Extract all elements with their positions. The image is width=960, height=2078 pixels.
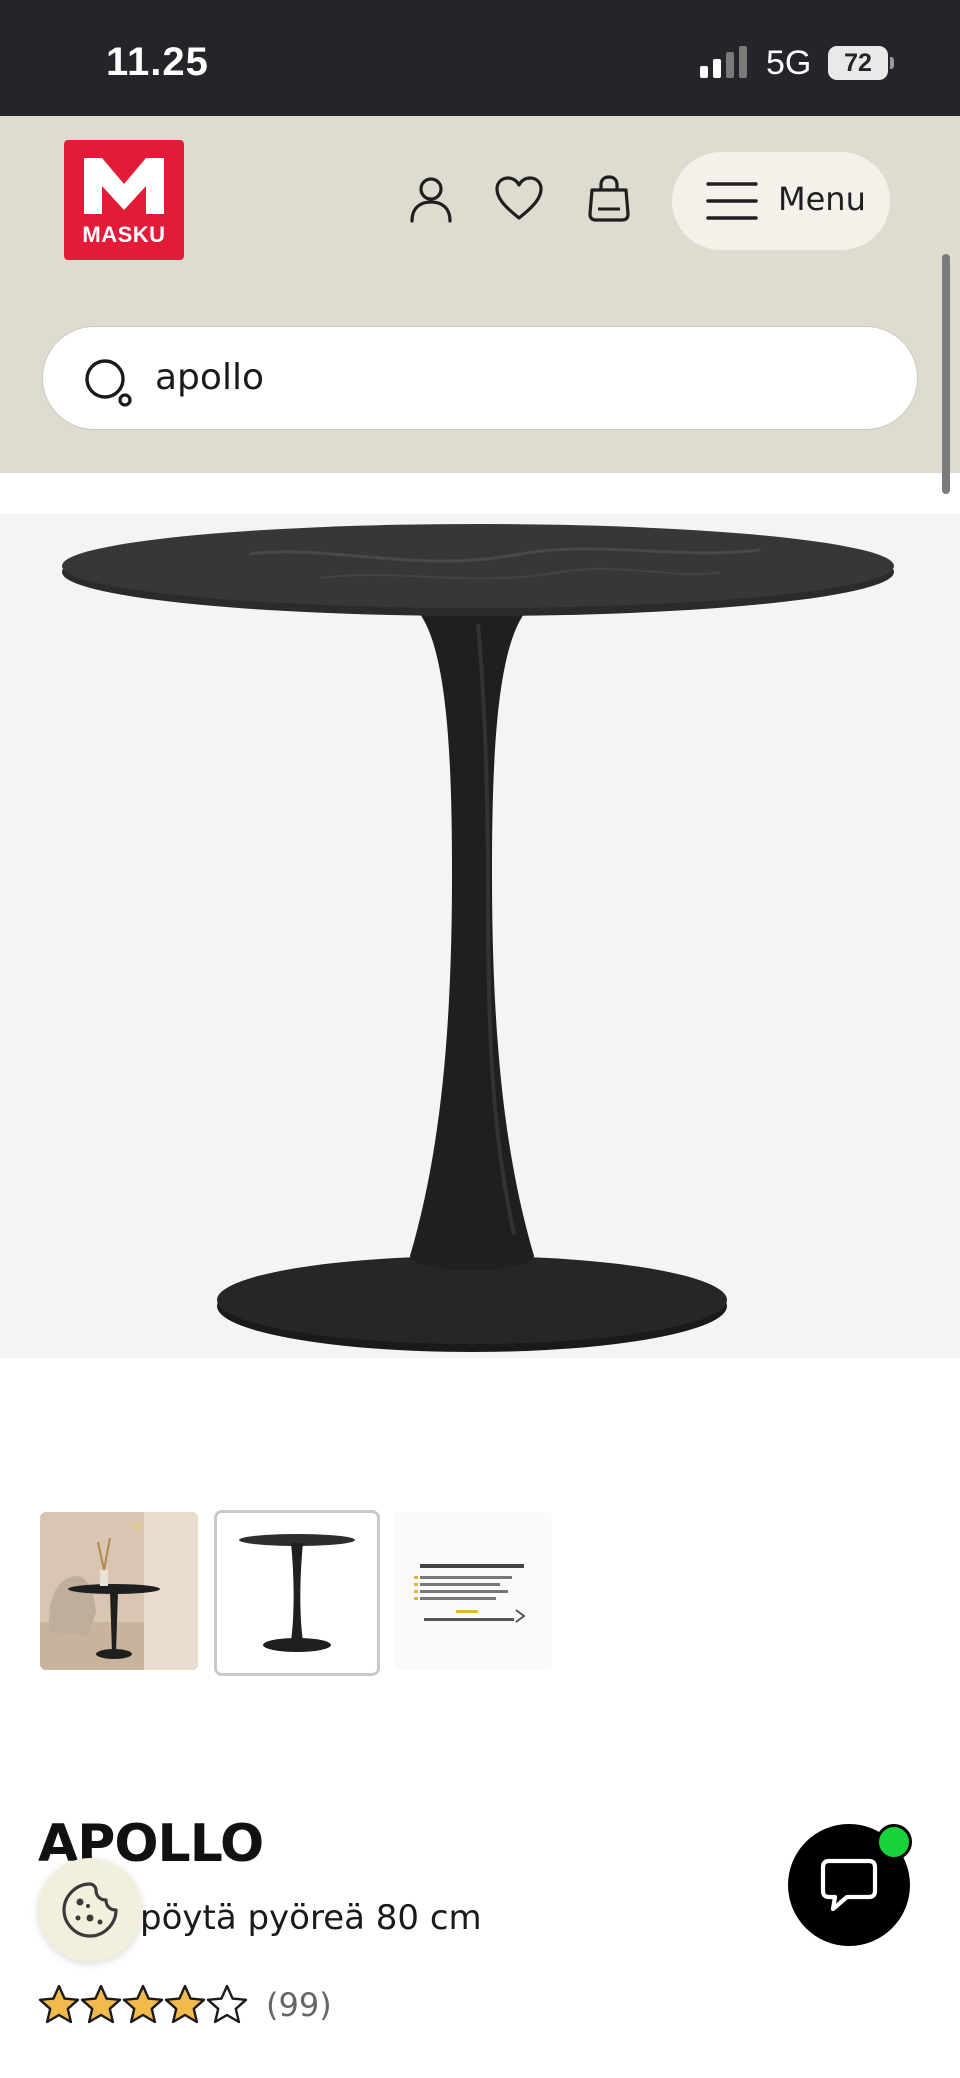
bag-icon[interactable]: [584, 174, 634, 224]
menu-label: Menu: [778, 180, 866, 218]
thumbnail-room-scene[interactable]: [40, 1512, 198, 1670]
chat-bubble-icon: [820, 1858, 878, 1912]
star-filled-icon: [80, 1984, 122, 2024]
status-time: 11.25: [106, 40, 209, 84]
product-main-image[interactable]: [0, 514, 960, 1358]
battery-level: 72: [828, 46, 888, 80]
online-status-dot: [876, 1824, 912, 1860]
search-icon: [85, 359, 132, 407]
network-label: 5G: [766, 44, 812, 82]
star-filled-icon: [38, 1984, 80, 2024]
thumbnail-table-product[interactable]: [214, 1510, 380, 1676]
scrollbar[interactable]: [942, 254, 950, 494]
product-description-text: pöytä pyöreä 80 cm: [140, 1898, 482, 1938]
table-image: [62, 524, 894, 1352]
menu-button[interactable]: Menu: [672, 152, 890, 250]
logo-text: MASKU: [82, 222, 166, 247]
status-bar: 11.25 5G 72: [0, 0, 960, 116]
star-filled-icon: [164, 1984, 206, 2024]
star-empty-icon: [206, 1984, 248, 2024]
hamburger-icon: [706, 182, 758, 220]
signal-icon: [700, 46, 747, 78]
logo-m-mark: [84, 158, 164, 214]
cookie-settings-button[interactable]: [38, 1858, 142, 1962]
heart-icon[interactable]: [494, 174, 544, 224]
search-value: apollo: [155, 357, 264, 398]
site-header: MASKU Menu apollo: [0, 116, 960, 494]
account-icon[interactable]: [406, 174, 456, 224]
masku-logo[interactable]: MASKU: [64, 140, 184, 260]
thumbnail-info-card[interactable]: [394, 1512, 552, 1670]
battery-icon: 72: [828, 46, 894, 80]
cookie-icon: [62, 1882, 118, 1938]
star-filled-icon: [122, 1984, 164, 2024]
search-input[interactable]: apollo: [42, 326, 918, 430]
review-count[interactable]: (99): [266, 1986, 332, 2024]
